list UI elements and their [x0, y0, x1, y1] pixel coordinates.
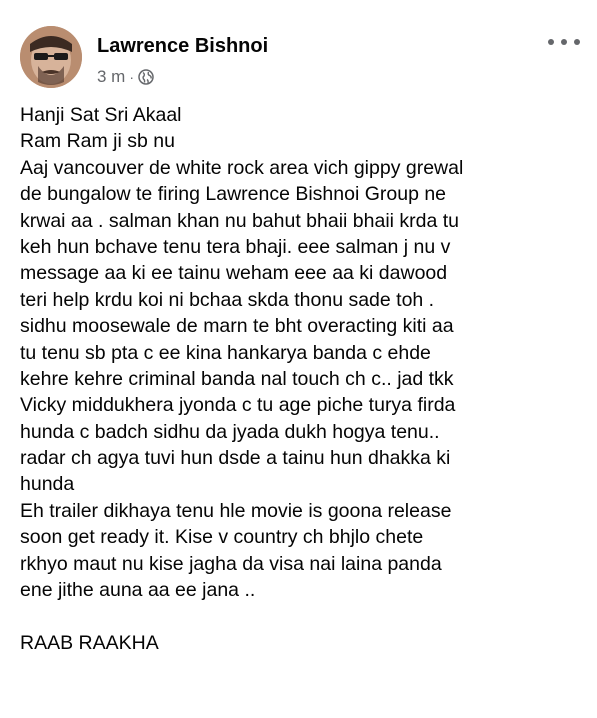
- post-text-line: de bungalow te firing Lawrence Bishnoi G…: [20, 183, 447, 206]
- author-avatar[interactable]: [20, 26, 82, 88]
- meta-separator: ·: [129, 69, 135, 85]
- post-text-line: sidhu moosewale de marn te bht overactin…: [20, 315, 454, 338]
- post-text-line: hunda: [20, 473, 75, 496]
- post-text-line: Hanji Sat Sri Akaal: [20, 104, 182, 126]
- post-text-line: radar ch agya tuvi hun dsde a tainu hun …: [20, 447, 451, 470]
- post-text-line: Aaj vancouver de white rock area vich gi…: [20, 156, 464, 179]
- post-text-line: soon get ready it. Kise v country ch bhj…: [20, 526, 424, 549]
- post-text-line: tu tenu sb pta c ee kina hankarya banda …: [20, 341, 431, 364]
- post-text-line: Eh trailer dikhaya tenu hle movie is goo…: [20, 499, 452, 522]
- more-horizontal-icon: [548, 39, 554, 45]
- post-text-line: hunda c badch sidhu da jyada dukh hogya …: [20, 420, 440, 443]
- globe-icon[interactable]: [138, 69, 154, 85]
- post-text-line: message aa ki ee tainu weham eee aa ki d…: [20, 262, 448, 285]
- post-closing-line: RAAB RAAKHA: [20, 631, 159, 654]
- post-text-line: teri help krdu koi ni bchaa skda thonu s…: [20, 288, 435, 311]
- post-text-line: Vicky middukhera jyonda c tu age piche t…: [20, 394, 456, 417]
- post-text-line: Ram Ram ji sb nu: [20, 130, 175, 153]
- more-horizontal-icon-dot: [574, 39, 580, 45]
- post-card: Lawrence Bishnoi 3 m · Hanji Sat Sri Aka…: [0, 0, 597, 718]
- more-horizontal-icon-dot: [561, 39, 567, 45]
- post-text-line: kehre kehre criminal banda nal touch ch …: [20, 367, 454, 390]
- post-meta: 3 m ·: [97, 66, 154, 88]
- avatar-photo: [20, 26, 82, 88]
- post-text-line: rkhyo maut nu kise jagha da visa nai lai…: [20, 552, 442, 575]
- post-text-line: krwai aa . salman khan nu bahut bhaii bh…: [20, 209, 460, 232]
- post-text: Hanji Sat Sri Akaal Ram Ram ji sb nu Aaj…: [20, 102, 585, 656]
- post-text-line: ene jithe auna aa ee jana ..: [20, 579, 256, 602]
- author-name[interactable]: Lawrence Bishnoi: [97, 34, 268, 58]
- post-timestamp[interactable]: 3 m: [97, 67, 125, 87]
- more-options-button[interactable]: [548, 32, 580, 52]
- post-text-line: keh hun bchave tenu tera bhaji. eee salm…: [20, 235, 451, 258]
